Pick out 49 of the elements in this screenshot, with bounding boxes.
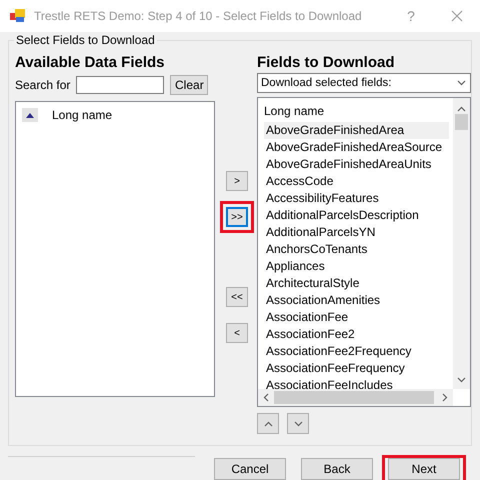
- section-heading: Fields to Download: [257, 53, 396, 73]
- footer-button[interactable]: Next: [388, 458, 460, 480]
- move-button[interactable]: >: [226, 171, 248, 191]
- list-item[interactable]: AboveGradeFinishedAreaUnits: [264, 156, 449, 173]
- list-item[interactable]: AdditionalParcelsDescription: [264, 207, 449, 224]
- list-item[interactable]: AssociationAmenities: [264, 292, 449, 309]
- list-item[interactable]: AssociationFeeFrequency: [264, 360, 449, 377]
- chevron-right-icon: [442, 393, 448, 402]
- list-item[interactable]: AccessibilityFeatures: [264, 190, 449, 207]
- move-button[interactable]: <<: [226, 287, 248, 307]
- search-label: Search for: [15, 78, 70, 92]
- sort-up-icon[interactable]: [22, 108, 38, 122]
- column-header[interactable]: Long name: [264, 100, 453, 122]
- move-button[interactable]: >>: [226, 207, 248, 227]
- footer-button[interactable]: Back: [301, 458, 373, 480]
- window-title: Trestle RETS Demo: Step 4 of 10 - Select Fields to Download: [34, 9, 363, 23]
- horizontal-scrollbar[interactable]: [258, 389, 453, 406]
- list-item[interactable]: AboveGradeFinishedAreaSource: [264, 139, 449, 156]
- list-item[interactable]: AnchorsCoTenants: [264, 241, 449, 258]
- app-icon: [10, 9, 26, 23]
- scrollbar-thumb[interactable]: [455, 114, 468, 130]
- scrollbar-thumb[interactable]: [274, 391, 434, 404]
- list-item[interactable]: AccessCode: [264, 173, 449, 190]
- footer-button[interactable]: Cancel: [214, 458, 286, 480]
- list-item[interactable]: AssociationFee2Frequency: [264, 343, 449, 360]
- chevron-up-icon: [457, 106, 466, 112]
- search-field[interactable]: [76, 76, 164, 94]
- chevron-down-icon: [457, 80, 466, 86]
- list-item[interactable]: AssociationFee2: [264, 326, 449, 343]
- clear-button[interactable]: Clear: [170, 75, 208, 95]
- list-item[interactable]: AboveGradeFinishedArea: [264, 122, 449, 139]
- mode-dropdown[interactable]: Download selected fields:: [257, 73, 471, 93]
- vertical-scrollbar[interactable]: [453, 98, 470, 389]
- move-down-button[interactable]: [287, 413, 309, 434]
- list-item[interactable]: ArchitecturalStyle: [264, 275, 449, 292]
- chevron-left-icon: [263, 393, 269, 402]
- section-heading: Available Data Fields: [15, 53, 166, 73]
- move-button[interactable]: <: [226, 323, 248, 343]
- chevron-up-icon: [264, 420, 272, 426]
- list-item[interactable]: AssociationFeeIncludes: [264, 377, 449, 389]
- chevron-down-icon: [294, 420, 302, 426]
- column-header[interactable]: Long name: [52, 108, 112, 122]
- list-item[interactable]: Appliances: [264, 258, 449, 275]
- chevron-down-icon: [457, 377, 466, 383]
- list-item[interactable]: AdditionalParcelsYN: [264, 224, 449, 241]
- move-up-button[interactable]: [257, 413, 279, 434]
- close-icon[interactable]: [451, 10, 463, 22]
- group-label: Select Fields to Download: [14, 33, 157, 47]
- list-item[interactable]: AssociationFee: [264, 309, 449, 326]
